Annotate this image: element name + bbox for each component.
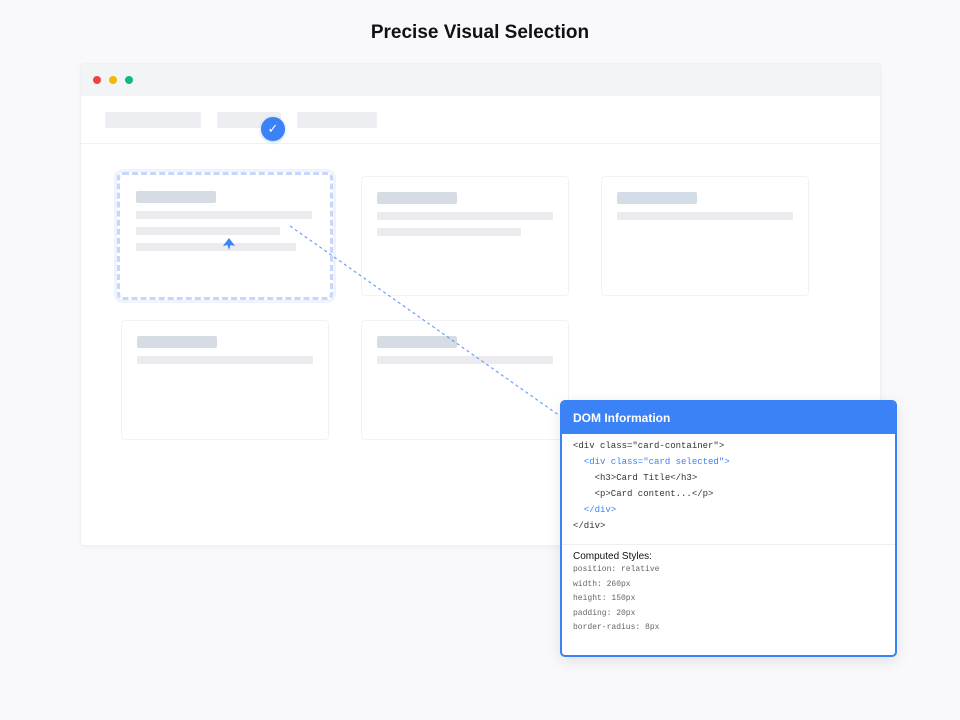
card-text-placeholder — [377, 356, 553, 364]
style-entry: height: 150px — [573, 594, 636, 603]
minimize-window-button[interactable] — [109, 76, 117, 84]
card-text-placeholder — [377, 228, 521, 236]
card[interactable] — [361, 176, 569, 296]
style-entry: width: 260px — [573, 579, 631, 589]
browser-titlebar — [81, 64, 880, 96]
computed-styles-title: Computed Styles: — [573, 551, 652, 562]
nav-item-placeholder[interactable] — [105, 112, 201, 128]
card[interactable] — [601, 176, 809, 296]
card-title-placeholder — [617, 192, 697, 204]
style-entry: position: relative — [573, 565, 660, 574]
card-title-placeholder — [137, 336, 217, 348]
card[interactable] — [121, 320, 329, 440]
code-line: <div class="card-container"> — [573, 441, 725, 451]
style-entry: border-radius: 8px — [573, 623, 660, 632]
computed-styles-list: position: relative width: 260px height: … — [562, 562, 895, 636]
card-title-placeholder — [136, 191, 216, 203]
card-text-placeholder — [136, 227, 280, 235]
close-window-button[interactable] — [93, 76, 101, 84]
dom-code-block: <div class="card-container"> <div class=… — [562, 434, 895, 540]
code-line-selected: <div class="card selected"> — [573, 457, 730, 467]
card-title-placeholder — [377, 336, 457, 348]
dom-panel-header: DOM Information — [562, 402, 895, 434]
card[interactable] — [361, 320, 569, 440]
card-selected[interactable] — [117, 172, 333, 300]
cursor-icon — [223, 238, 235, 250]
code-line: <p>Card content...</p> — [573, 489, 714, 499]
code-line: </div> — [573, 521, 606, 531]
code-line-selected: </div> — [573, 505, 617, 515]
style-entry: padding: 20px — [573, 608, 636, 618]
check-icon: ✓ — [261, 117, 285, 141]
card-text-placeholder — [136, 243, 296, 251]
page-title: Precise Visual Selection — [370, 22, 590, 43]
maximize-window-button[interactable] — [125, 76, 133, 84]
code-line: <h3>Card Title</h3> — [573, 473, 698, 483]
card-title-placeholder — [377, 192, 457, 204]
card-text-placeholder — [136, 211, 312, 219]
dom-info-panel: DOM Information <div class="card-contain… — [560, 400, 897, 657]
navbar — [81, 96, 880, 144]
card-text-placeholder — [137, 356, 313, 364]
card-text-placeholder — [617, 212, 793, 220]
card-text-placeholder — [377, 212, 553, 220]
nav-item-placeholder[interactable] — [297, 112, 377, 128]
